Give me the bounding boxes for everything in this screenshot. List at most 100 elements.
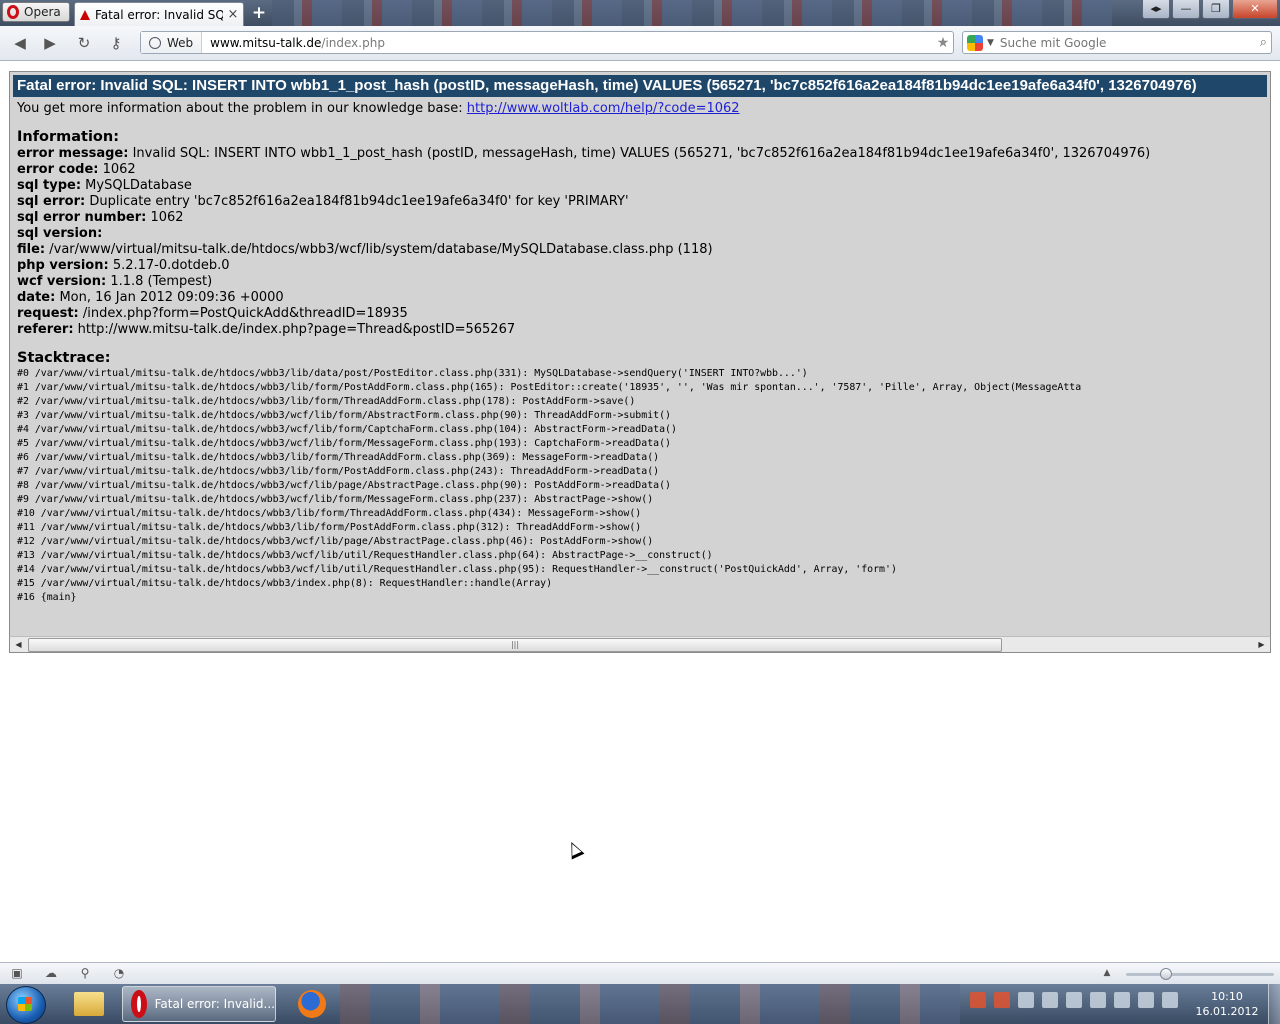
info-row: wcf version: 1.1.8 (Tempest) — [17, 274, 1263, 290]
stacktrace-line: #10 /var/www/virtual/mitsu-talk.de/htdoc… — [17, 508, 642, 519]
url-text[interactable]: www.mitsu-talk.de/index.php — [202, 36, 933, 50]
mouse-cursor-icon — [565, 839, 585, 860]
windows-taskbar: Fatal error: Invalid... 10:10 16.01.2012 — [0, 984, 1280, 1024]
close-tab-icon[interactable]: × — [227, 7, 239, 22]
info-row: sql error: Duplicate entry 'bc7c852f616a… — [17, 194, 1263, 210]
info-row: file: /var/www/virtual/mitsu-talk.de/htd… — [17, 242, 1263, 258]
reload-icon[interactable]: ↻ — [74, 34, 94, 52]
info-label: php version: — [17, 258, 109, 273]
browser-status-bar: ▣ ☁ ⚲ ◔ ▲ — [0, 962, 1280, 985]
taskbar-explorer-button[interactable] — [70, 986, 110, 1022]
stacktrace-line: #9 /var/www/virtual/mitsu-talk.de/htdocs… — [17, 494, 654, 505]
stacktrace-title: Stacktrace: — [17, 350, 111, 366]
taskbar-opera-button[interactable]: Fatal error: Invalid... — [122, 986, 276, 1022]
tab-list-button[interactable]: ◂▸ — [1142, 0, 1170, 19]
new-tab-button[interactable]: + — [250, 4, 268, 22]
page-viewport: Fatal error: Invalid SQL: INSERT INTO wb… — [0, 61, 1280, 961]
tray-flag-icon[interactable] — [1018, 992, 1034, 1008]
info-value: 5.2.17-0.dotdeb.0 — [108, 258, 230, 273]
info-label: sql version: — [17, 226, 103, 241]
info-label: request: — [17, 306, 79, 321]
info-value: 1.1.8 (Tempest) — [106, 274, 213, 289]
info-row: date: Mon, 16 Jan 2012 09:09:36 +0000 — [17, 290, 1263, 306]
stacktrace-line: #7 /var/www/virtual/mitsu-talk.de/htdocs… — [17, 466, 660, 477]
tab-active[interactable]: Fatal error: Invalid SQL:... × — [74, 2, 244, 26]
url-host: www.mitsu-talk.de — [210, 35, 322, 50]
show-desktop-button[interactable] — [1268, 984, 1280, 1024]
info-label: sql error number: — [17, 210, 147, 225]
key-icon[interactable]: ⚷ — [106, 34, 126, 52]
info-value: /var/www/virtual/mitsu-talk.de/htdocs/wb… — [45, 242, 713, 257]
windows-start-icon[interactable] — [6, 986, 46, 1024]
back-icon[interactable]: ◀ — [10, 34, 30, 52]
error-body: You get more information about the probl… — [10, 97, 1270, 605]
stacktrace-line: #15 /var/www/virtual/mitsu-talk.de/htdoc… — [17, 578, 553, 589]
info-label: sql type: — [17, 178, 82, 193]
scrollbar-thumb[interactable]: ||| — [28, 638, 1002, 652]
kb-line: You get more information about the probl… — [17, 101, 1263, 117]
info-value: 1062 — [98, 162, 136, 177]
search-input[interactable] — [997, 34, 1256, 51]
info-label: error message: — [17, 146, 129, 161]
info-row: php version: 5.2.17-0.dotdeb.0 — [17, 258, 1263, 274]
panel-icon[interactable]: ▣ — [10, 967, 24, 980]
stacktrace-line: #13 /var/www/virtual/mitsu-talk.de/htdoc… — [17, 550, 713, 561]
kb-link[interactable]: http://www.woltlab.com/help/?code=1062 — [467, 101, 740, 116]
scroll-left-icon[interactable]: ◀ — [10, 637, 27, 652]
info-value: Duplicate entry 'bc7c852f616a2ea184f81b9… — [85, 194, 629, 209]
window-controls: ◂▸ — ❐ ✕ — [1142, 0, 1278, 20]
tray-display-icon[interactable] — [1114, 992, 1130, 1008]
search-icon[interactable]: ⌕ — [1260, 35, 1267, 50]
minimize-button[interactable]: — — [1172, 0, 1200, 19]
tray-connection-icon[interactable] — [1138, 992, 1154, 1008]
maximize-button[interactable]: ❐ — [1202, 0, 1230, 19]
search-field[interactable]: ▼ ⌕ — [962, 31, 1272, 54]
chevron-down-icon[interactable]: ▼ — [987, 38, 994, 48]
zoom-slider[interactable] — [1126, 973, 1274, 976]
info-value: Invalid SQL: INSERT INTO wbb1_1_post_has… — [128, 146, 1151, 161]
information-list: error message: Invalid SQL: INSERT INTO … — [17, 146, 1263, 338]
clock-date: 16.01.2012 — [1195, 1005, 1259, 1018]
kb-text: You get more information about the probl… — [17, 101, 467, 116]
information-title: Information: — [17, 129, 120, 145]
opera-menu-button[interactable]: Opera — [2, 2, 70, 22]
stacktrace-line: #0 /var/www/virtual/mitsu-talk.de/htdocs… — [17, 368, 808, 379]
cloud-icon[interactable]: ☁ — [44, 967, 58, 980]
star-icon[interactable]: ★ — [933, 35, 953, 51]
speed-icon[interactable]: ◔ — [112, 967, 126, 980]
share-icon[interactable]: ⚲ — [78, 967, 92, 980]
site-favicon-icon — [79, 9, 91, 21]
error-box: Fatal error: Invalid SQL: INSERT INTO wb… — [9, 71, 1271, 651]
globe-icon — [149, 36, 161, 49]
stacktrace-line: #5 /var/www/virtual/mitsu-talk.de/htdocs… — [17, 438, 671, 449]
forward-icon[interactable]: ▶ — [40, 34, 60, 52]
tray-app-icon[interactable] — [970, 992, 986, 1008]
info-row: request: /index.php?form=PostQuickAdd&th… — [17, 306, 1263, 322]
address-field[interactable]: Web www.mitsu-talk.de/index.php ★ — [140, 31, 954, 54]
zoom-up-icon[interactable]: ▲ — [1100, 967, 1114, 980]
close-window-button[interactable]: ✕ — [1232, 0, 1278, 19]
taskbar-firefox-button[interactable] — [290, 986, 334, 1022]
horizontal-scrollbar[interactable]: ◀ ||| ▶ — [9, 636, 1271, 653]
opera-logo-icon — [7, 5, 19, 19]
tray-network-icon[interactable] — [1042, 992, 1058, 1008]
stacktrace-line: #6 /var/www/virtual/mitsu-talk.de/htdocs… — [17, 452, 660, 463]
zoom-slider-handle[interactable] — [1160, 968, 1172, 980]
info-value: Mon, 16 Jan 2012 09:09:36 +0000 — [55, 290, 284, 305]
scroll-right-icon[interactable]: ▶ — [1253, 637, 1270, 652]
address-mode-badge[interactable]: Web — [141, 32, 203, 53]
info-label: wcf version: — [17, 274, 107, 289]
stacktrace-line: #8 /var/www/virtual/mitsu-talk.de/htdocs… — [17, 480, 671, 491]
info-value: /index.php?form=PostQuickAdd&threadID=18… — [78, 306, 408, 321]
volume-icon[interactable] — [1162, 992, 1178, 1008]
google-icon[interactable] — [967, 34, 983, 51]
browser-tab-bar: Opera Fatal error: Invalid SQL:... × + ◂… — [0, 0, 1280, 26]
taskbar-clock[interactable]: 10:10 16.01.2012 — [1192, 989, 1262, 1019]
info-row: sql type: MySQLDatabase — [17, 178, 1263, 194]
system-tray — [970, 992, 1178, 1008]
tray-tool-icon[interactable] — [994, 992, 1010, 1008]
taskbar-opera-label: Fatal error: Invalid... — [154, 997, 275, 1011]
tray-device-icon[interactable] — [1066, 992, 1082, 1008]
tray-monitor-icon[interactable] — [1090, 992, 1106, 1008]
info-label: referer: — [17, 322, 74, 337]
